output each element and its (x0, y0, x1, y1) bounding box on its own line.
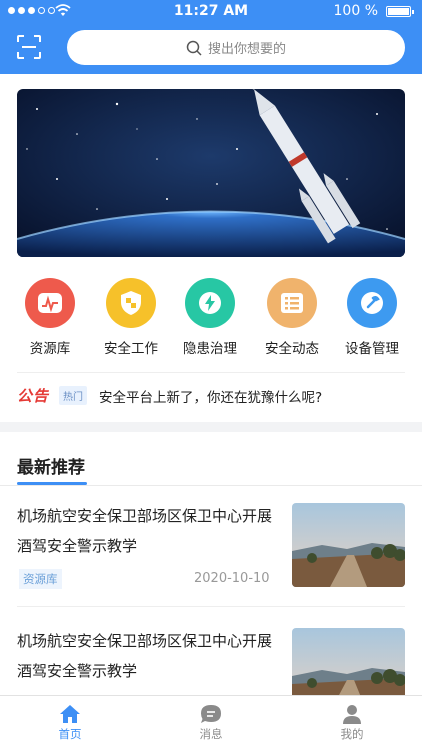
tab-bar: 首页 消息 我的 (0, 695, 422, 750)
user-icon (343, 705, 361, 724)
article-item[interactable]: 机场航空安全保卫部场区保卫中心开展酒驾安全警示教学 资源库 2020-10-10 (17, 501, 405, 611)
status-bar: 11:27 AM 100 % (0, 0, 422, 22)
category-label: 安全工作 (104, 341, 158, 357)
shield-icon (106, 278, 156, 328)
article-tag: 资源库 (19, 569, 62, 589)
battery-percent: 100 % (333, 3, 378, 19)
category-hazard[interactable]: 隐患治理 (170, 278, 250, 357)
scan-icon[interactable] (16, 34, 42, 60)
banner-image[interactable] (17, 89, 405, 257)
home-icon (60, 705, 80, 723)
message-icon (201, 705, 221, 723)
lightning-icon (185, 278, 235, 328)
category-resources[interactable]: 资源库 (10, 278, 90, 357)
category-grid: 资源库 安全工作 隐患治理 安全动态 设备管理 (0, 278, 422, 358)
article-divider (17, 606, 405, 607)
search-icon (186, 40, 202, 56)
tab-profile[interactable]: 我的 (282, 696, 422, 750)
category-label: 安全动态 (265, 341, 319, 357)
tab-home[interactable]: 首页 (0, 696, 140, 750)
header: 11:27 AM 100 % 搜出你想要的 (0, 0, 422, 74)
section-title: 最新推荐 (17, 458, 85, 478)
notice-text: 安全平台上新了，你还在犹豫什么呢? (99, 389, 323, 406)
category-news[interactable]: 安全动态 (252, 278, 332, 357)
section-gap (0, 422, 422, 432)
list-icon (267, 278, 317, 328)
category-label: 设备管理 (345, 341, 399, 357)
hot-tag: 热门 (59, 386, 88, 405)
chart-icon (25, 278, 75, 328)
search-input[interactable]: 搜出你想要的 (67, 30, 405, 65)
tab-messages[interactable]: 消息 (141, 696, 281, 750)
notice-logo: 公告 (17, 387, 50, 405)
category-safety-work[interactable]: 安全工作 (91, 278, 171, 357)
article-title: 机场航空安全保卫部场区保卫中心开展酒驾安全警示教学 (17, 632, 273, 680)
tab-label: 消息 (199, 727, 223, 741)
tab-label: 我的 (340, 727, 364, 741)
category-label: 隐患治理 (183, 341, 237, 357)
article-thumbnail (292, 503, 405, 587)
search-placeholder: 搜出你想要的 (207, 42, 286, 57)
category-equipment[interactable]: 设备管理 (332, 278, 412, 357)
article-title: 机场航空安全保卫部场区保卫中心开展酒驾安全警示教学 (17, 507, 273, 555)
category-label: 资源库 (29, 341, 71, 357)
section-divider (0, 485, 422, 486)
notice-bar[interactable]: 公告 热门 安全平台上新了，你还在犹豫什么呢? (17, 372, 405, 418)
article-date: 2020-10-10 (194, 571, 270, 586)
tab-label: 首页 (58, 727, 82, 741)
wrench-icon (347, 278, 397, 328)
battery-icon (386, 6, 414, 17)
